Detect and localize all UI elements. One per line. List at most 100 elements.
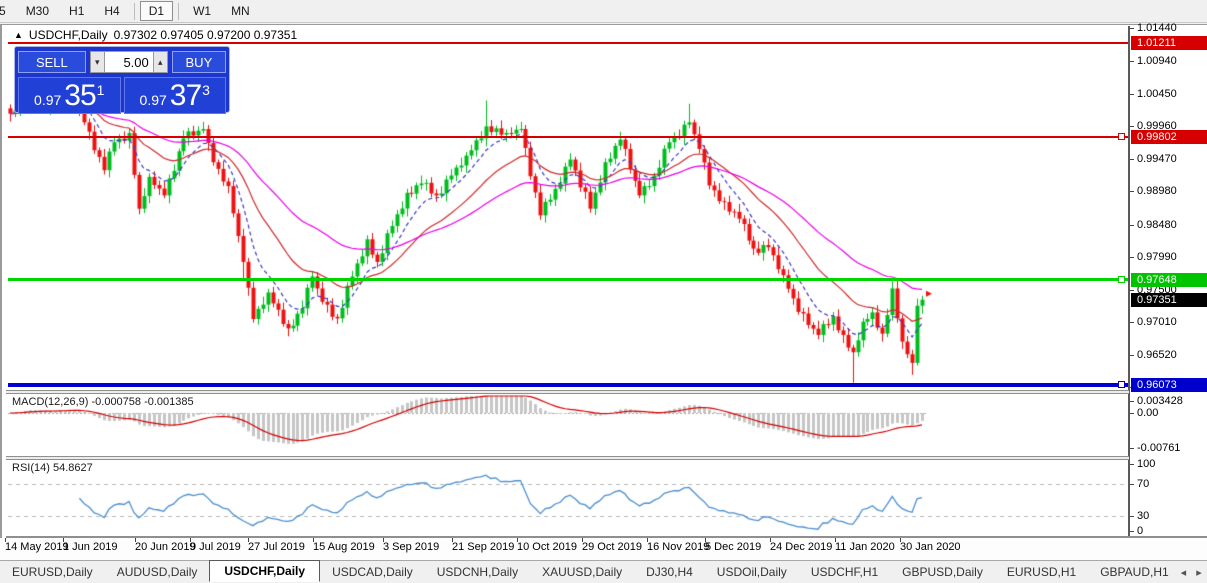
timeframe-button-w1[interactable]: W1 xyxy=(184,1,220,21)
rsi-label: RSI(14) xyxy=(12,462,50,474)
panel-divider[interactable] xyxy=(6,456,1207,460)
symbol-tab-bar: EURUSD,DailyAUDUSD,DailyUSDCHF,DailyUSDC… xyxy=(0,560,1207,583)
rsi-axis-label: 70 xyxy=(1137,478,1149,490)
rsi-label-row: RSI(14) 54.8627 xyxy=(12,462,93,474)
date-axis[interactable]: 14 May 20191 Jun 2019 20 Jun 20199 Jul 20… xyxy=(0,538,1207,560)
date-label: 5 Dec 2019 xyxy=(705,541,761,553)
chart-tab-usdcad-daily[interactable]: USDCAD,Daily xyxy=(320,562,425,582)
sell-price-prefix: 0.97 xyxy=(34,92,61,108)
price-tick-label: 1.00450 xyxy=(1137,88,1177,100)
price-tick-label: 0.98480 xyxy=(1137,219,1177,231)
timeframe-button-m30[interactable]: M30 xyxy=(17,1,58,21)
line-selection-handle[interactable] xyxy=(1118,381,1125,388)
toolbar-separator xyxy=(134,3,135,20)
price-badge-0-97351: 0.97351 xyxy=(1131,293,1207,307)
chart-title-row: ▲ USDCHF,Daily 0.97302 0.97405 0.97200 0… xyxy=(14,28,297,42)
macd-axis-label: -0.00761 xyxy=(1137,442,1180,454)
date-label: 15 Aug 2019 xyxy=(313,541,375,553)
sell-price-pip: 1 xyxy=(97,82,105,98)
date-label: 11 Jan 2020 xyxy=(835,541,895,553)
line-selection-handle[interactable] xyxy=(1118,133,1125,140)
rsi-axis-label: 0 xyxy=(1137,525,1143,537)
chart-tab-usdoil-daily[interactable]: USDOil,Daily xyxy=(705,562,799,582)
date-label: 14 May 2019 xyxy=(5,541,69,553)
timeframe-button-h1[interactable]: H1 xyxy=(60,1,93,21)
arrow-up-icon: ▴ xyxy=(158,57,163,68)
chart-tab-gbpusd-daily[interactable]: GBPUSD,Daily xyxy=(890,562,995,582)
date-label: 30 Jan 2020 xyxy=(900,541,961,553)
collapse-chart-icon[interactable]: ▲ xyxy=(14,31,23,40)
macd-value: -0.000758 xyxy=(91,396,141,408)
tab-scroll-arrows: ◂▸ xyxy=(1181,566,1207,579)
timeframe-button-d1[interactable]: D1 xyxy=(140,1,173,21)
horizontal-line-0.97648[interactable] xyxy=(8,278,1128,281)
sell-price-big: 35 xyxy=(64,82,95,110)
chart-tab-xauusd-daily[interactable]: XAUUSD,Daily xyxy=(530,562,634,582)
price-tick-label: 1.01440 xyxy=(1137,22,1177,34)
date-label: 21 Sep 2019 xyxy=(452,541,514,553)
timeframe-toolbar: 5M30H1H4 D1 W1MN xyxy=(0,0,1207,23)
price-badge-0-99802: 0.99802 xyxy=(1131,130,1207,144)
price-tick-label: 0.96520 xyxy=(1137,349,1177,361)
volume-input[interactable] xyxy=(105,51,153,73)
date-label: 3 Sep 2019 xyxy=(383,541,439,553)
price-tick-label: 0.97010 xyxy=(1137,316,1177,328)
chart-tab-dj30-h4[interactable]: DJ30,H4 xyxy=(634,562,705,582)
macd-label-row: MACD(12,26,9) -0.000758 -0.001385 xyxy=(12,396,194,408)
price-badge-0-97648: 0.97648 xyxy=(1131,273,1207,287)
price-axis[interactable]: 1.014401.009401.004500.999600.994700.989… xyxy=(1129,26,1207,536)
buy-price-prefix: 0.97 xyxy=(140,92,167,108)
rsi-axis-label: 100 xyxy=(1137,458,1155,470)
price-badge-1-01211: 1.01211 xyxy=(1131,36,1207,50)
chart-tab-usdchf-h1[interactable]: USDCHF,H1 xyxy=(799,562,890,582)
price-tick-label: 0.99470 xyxy=(1137,153,1177,165)
buy-price-pip: 3 xyxy=(202,82,210,98)
date-label: 29 Oct 2019 xyxy=(582,541,642,553)
chart-tab-eurusd-h1[interactable]: EURUSD,H1 xyxy=(995,562,1088,582)
date-label: 1 Jun 2019 xyxy=(63,541,117,553)
price-tick-label: 0.98980 xyxy=(1137,185,1177,197)
chart-tab-usdchf-daily[interactable]: USDCHF,Daily xyxy=(209,560,320,582)
buy-button[interactable]: BUY xyxy=(172,51,226,73)
chart-symbol-title: USDCHF,Daily xyxy=(29,28,108,42)
chart-ohlc-values: 0.97302 0.97405 0.97200 0.97351 xyxy=(114,28,298,42)
rsi-axis-label: 30 xyxy=(1137,510,1149,522)
rsi-indicator-canvas[interactable] xyxy=(8,460,1128,536)
timeframe-button-mn[interactable]: MN xyxy=(222,1,259,21)
horizontal-line-1.01211[interactable] xyxy=(8,42,1128,44)
timeframe-button-5[interactable]: 5 xyxy=(0,1,15,21)
tab-scroll-right-button[interactable]: ▸ xyxy=(1196,566,1202,579)
horizontal-line-0.96073[interactable] xyxy=(8,383,1128,387)
date-label: 20 Jun 2019 xyxy=(135,541,196,553)
date-label: 10 Oct 2019 xyxy=(517,541,577,553)
chart-tab-audusd-daily[interactable]: AUDUSD,Daily xyxy=(105,562,210,582)
price-tick-label: 1.00940 xyxy=(1137,55,1177,67)
chart-tab-gbpaud-h1[interactable]: GBPAUD,H1 xyxy=(1088,562,1180,582)
chart-tab-eurusd-daily[interactable]: EURUSD,Daily xyxy=(0,562,105,582)
line-selection-handle[interactable] xyxy=(1118,276,1125,283)
volume-decrease-button[interactable]: ▾ xyxy=(90,51,105,73)
timeframe-button-h4[interactable]: H4 xyxy=(95,1,128,21)
price-tick-label: 0.97990 xyxy=(1137,251,1177,263)
macd-signal-value: -0.001385 xyxy=(144,396,194,408)
date-label: 16 Nov 2019 xyxy=(647,541,709,553)
arrow-down-icon: ▾ xyxy=(95,57,100,68)
buy-price-big: 37 xyxy=(170,82,201,110)
sell-price-button[interactable]: 0.97 35 1 xyxy=(18,77,121,114)
date-label: 27 Jul 2019 xyxy=(248,541,305,553)
price-badge-0-96073: 0.96073 xyxy=(1131,378,1207,392)
panel-divider xyxy=(6,536,1207,538)
tab-scroll-left-button[interactable]: ◂ xyxy=(1181,566,1187,579)
date-label: 9 Jul 2019 xyxy=(190,541,241,553)
sell-button[interactable]: SELL xyxy=(18,51,86,73)
volume-increase-button[interactable]: ▴ xyxy=(153,51,168,73)
rsi-value: 54.8627 xyxy=(53,462,93,474)
chart-tab-usdcnh-daily[interactable]: USDCNH,Daily xyxy=(425,562,530,582)
panel-divider[interactable] xyxy=(6,390,1207,394)
date-label: 24 Dec 2019 xyxy=(770,541,832,553)
toolbar-separator xyxy=(178,3,179,20)
one-click-trade-panel: SELL ▾ ▴ BUY 0.97 35 1 0.97 37 3 xyxy=(14,46,230,113)
macd-axis-label: 0.003428 xyxy=(1137,395,1183,407)
buy-price-button[interactable]: 0.97 37 3 xyxy=(124,77,227,114)
horizontal-line-0.99802[interactable] xyxy=(8,136,1128,138)
